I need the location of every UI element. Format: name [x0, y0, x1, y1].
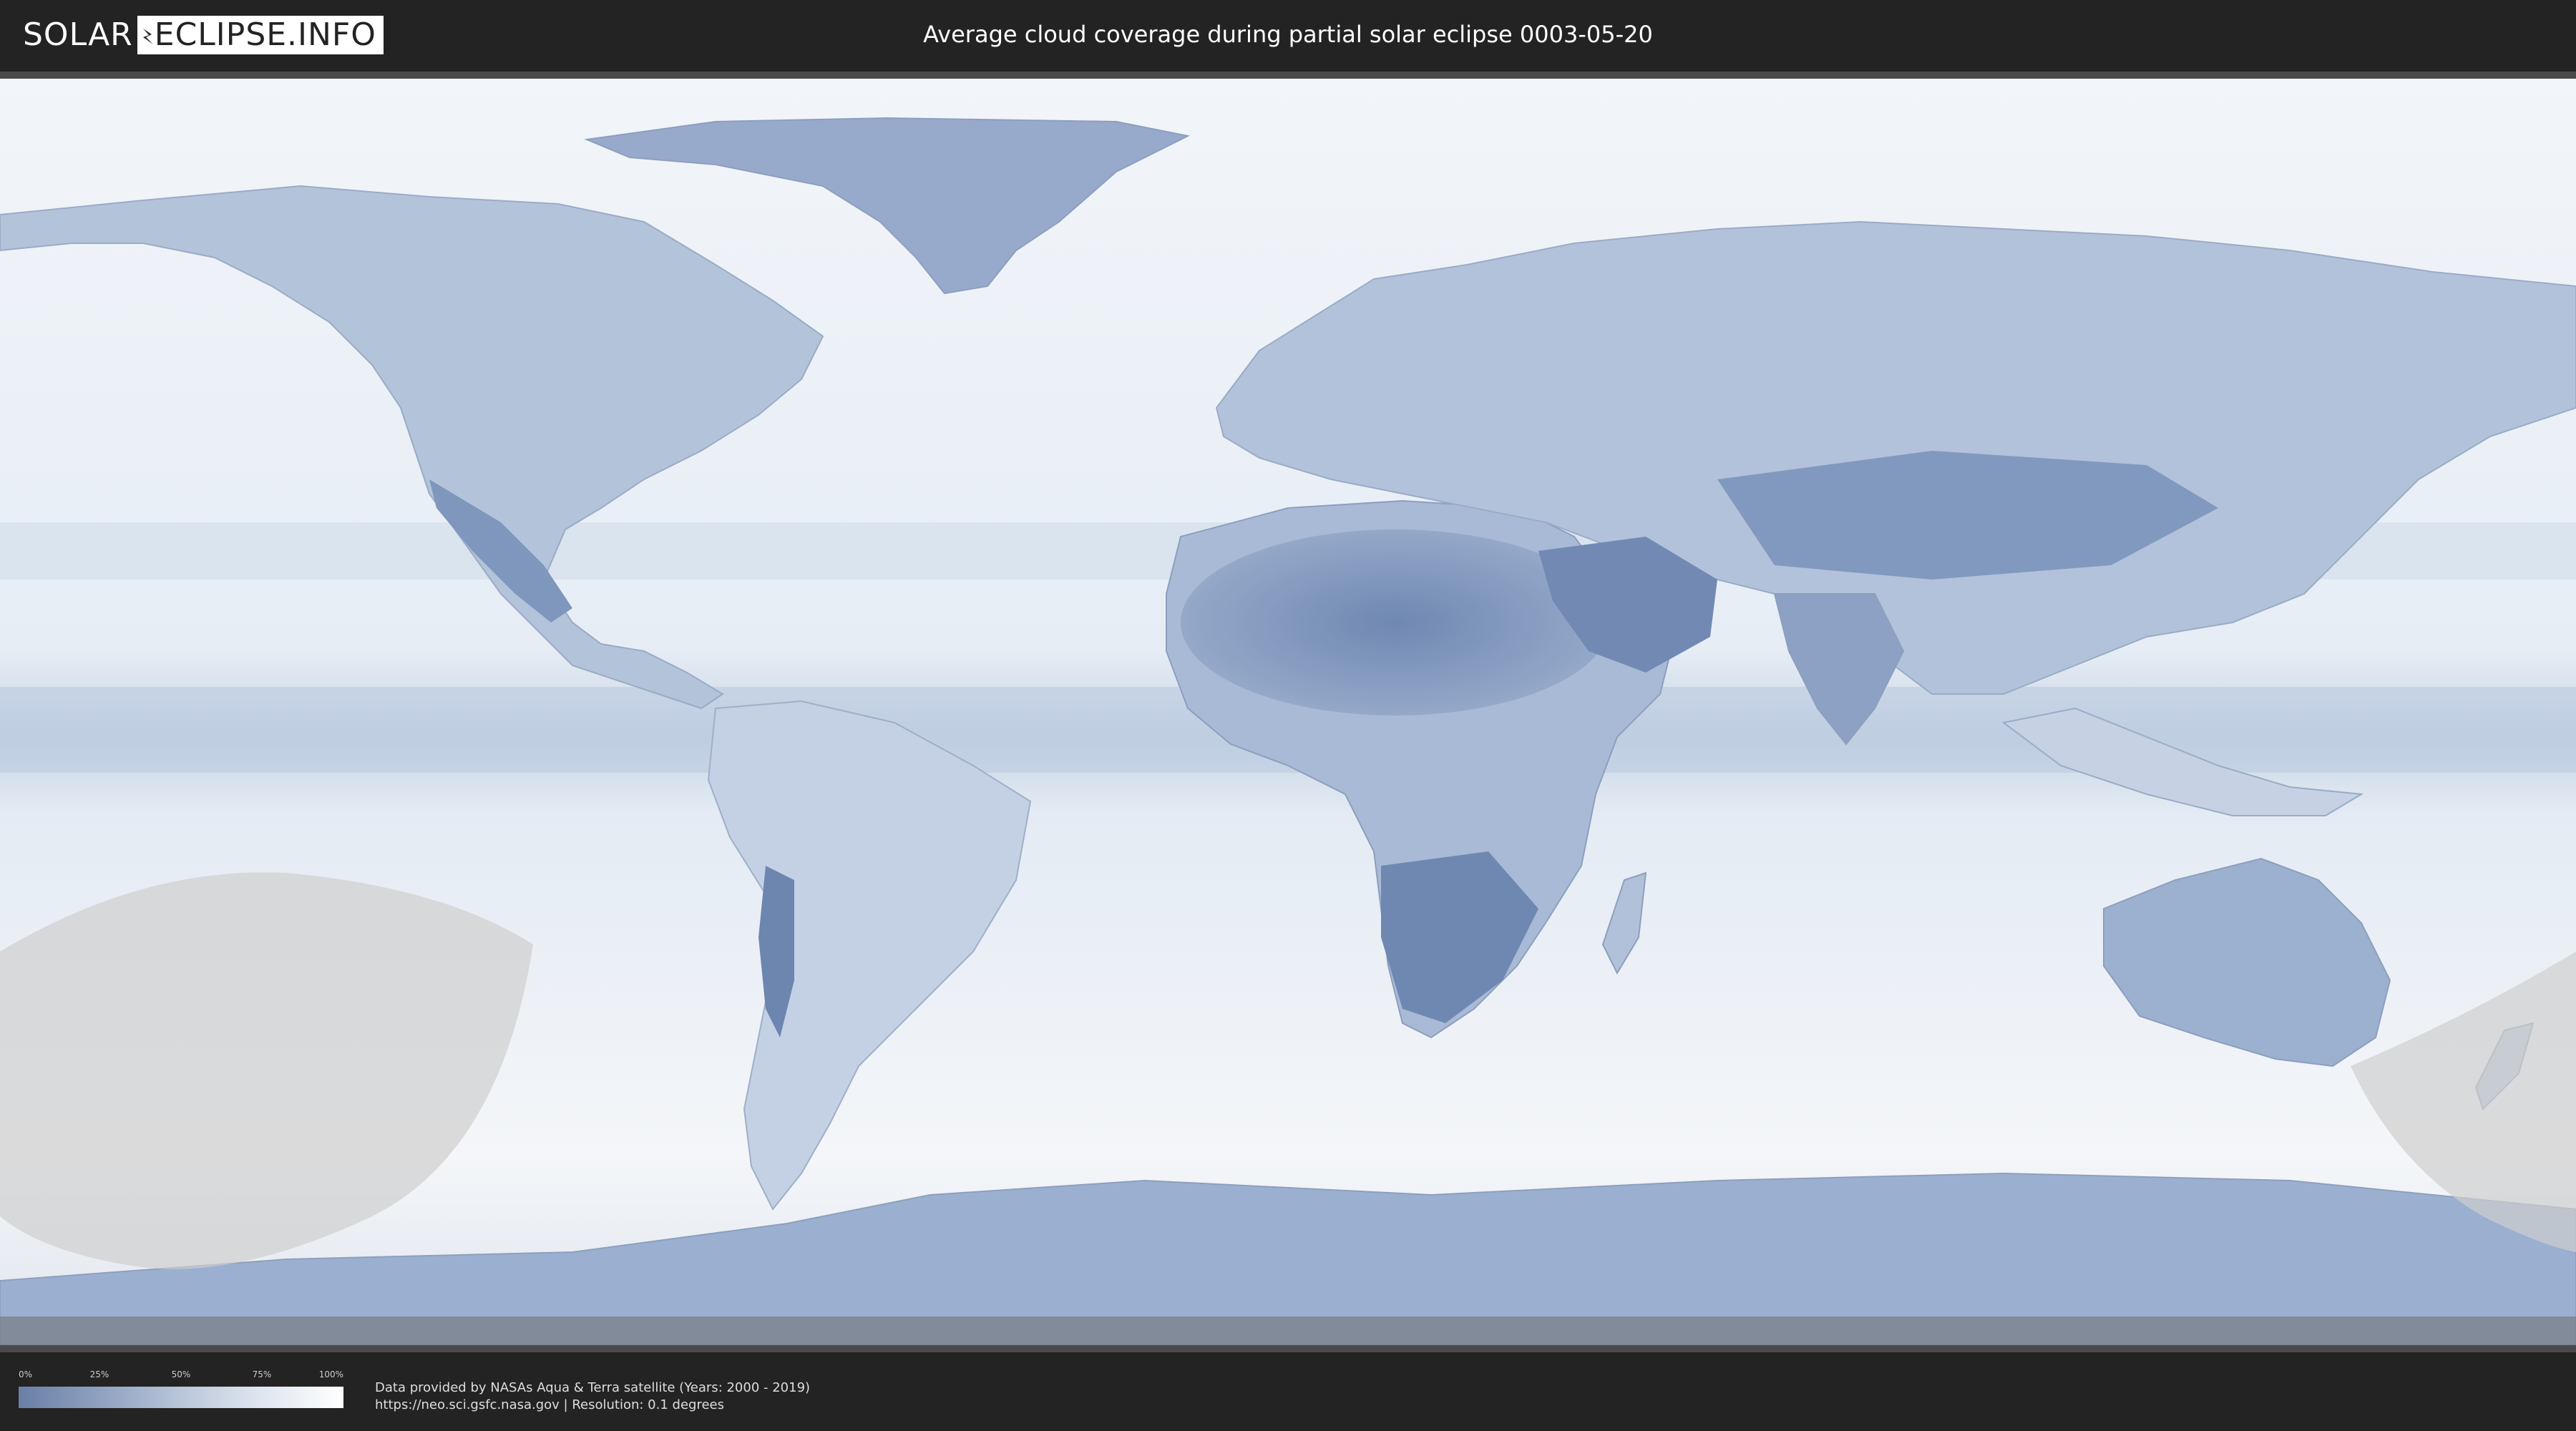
legend-tick-100: 100% [318, 1369, 343, 1379]
legend-tick-0: 0% [19, 1369, 33, 1379]
footer-bar: 0% 25% 50% 75% 100% Data provided by NAS… [0, 1352, 2576, 1431]
legend-gradient-bar [19, 1387, 343, 1408]
cloud-coverage-legend: 0% 25% 50% 75% 100% [19, 1368, 343, 1408]
map-frame [0, 72, 2576, 1352]
data-credits: Data provided by NASAs Aqua & Terra sate… [375, 1379, 810, 1414]
header-bar: SOLAR ECLIPSE.INFO Average cloud coverag… [0, 0, 2576, 72]
legend-tick-50: 50% [171, 1369, 191, 1379]
legend-tick-75: 75% [252, 1369, 272, 1379]
legend-tick-25: 25% [89, 1369, 109, 1379]
antarctic-ice-edge [0, 1317, 2576, 1345]
legend-ticks: 0% 25% 50% 75% 100% [19, 1368, 343, 1381]
cloud-coverage-map [0, 79, 2576, 1345]
credits-url-text[interactable]: https://neo.sci.gsfc.nasa.gov | Resoluti… [375, 1397, 810, 1414]
world-map-icon [0, 79, 2576, 1345]
page-title: Average cloud coverage during partial so… [923, 21, 1653, 48]
page: SOLAR ECLIPSE.INFO Average cloud coverag… [0, 0, 2576, 1431]
credits-source-text: Data provided by NASAs Aqua & Terra sate… [375, 1380, 811, 1395]
